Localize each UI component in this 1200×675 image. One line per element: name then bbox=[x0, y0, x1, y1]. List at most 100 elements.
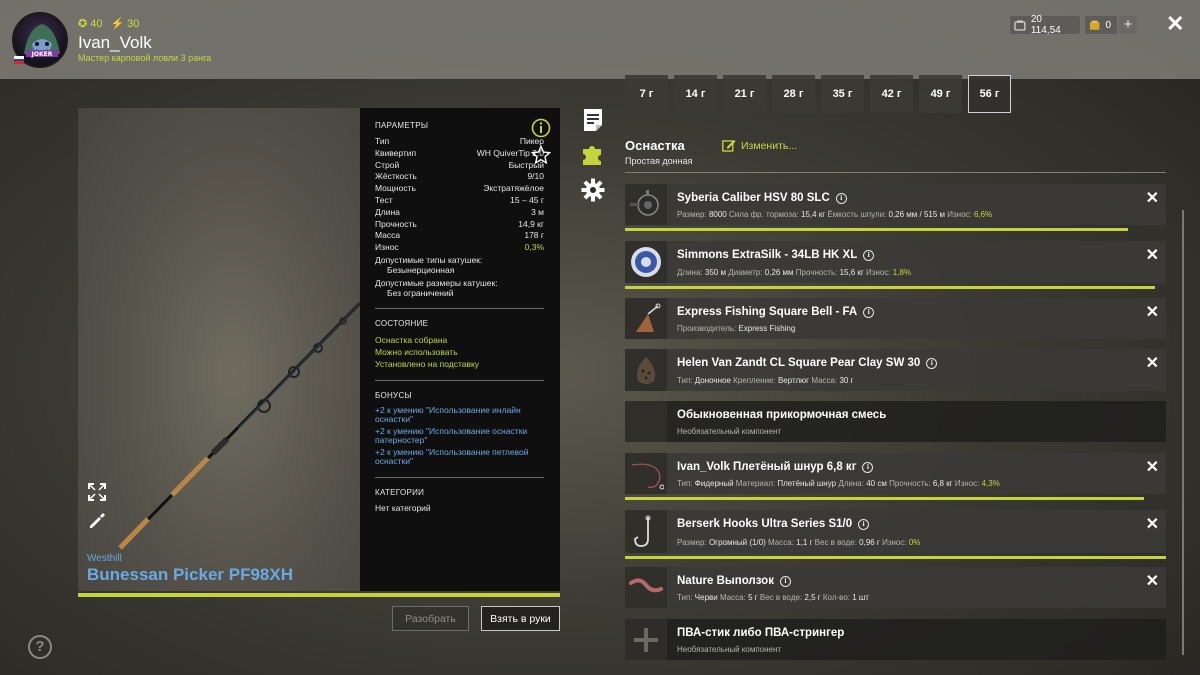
reel-sizes-value: Без ограничений bbox=[387, 287, 454, 298]
state-item: Можно использовать bbox=[375, 346, 458, 357]
rig-item[interactable]: Helen Van Zandt CL Square Pear Clay SW 3… bbox=[625, 349, 1166, 391]
weight-tab[interactable]: 49 г bbox=[919, 75, 962, 113]
remove-item-button[interactable]: ✕ bbox=[1146, 457, 1159, 477]
paint-brush-icon[interactable] bbox=[88, 510, 106, 528]
weight-tabs: 7 г 14 г 21 г 28 г 35 г 42 г 49 г 56 г bbox=[625, 75, 1011, 113]
info-icon[interactable]: i bbox=[863, 306, 875, 318]
detail-label: Размер: bbox=[677, 210, 709, 219]
detail-label: Тип: bbox=[677, 479, 695, 488]
param-key: Масса bbox=[375, 230, 401, 241]
detail-value: 0,26 мм / 515 м bbox=[888, 210, 946, 219]
divider bbox=[375, 476, 544, 478]
info-icon[interactable]: i bbox=[926, 357, 938, 369]
rig-item[interactable]: Nature Выползок i Тип: Черви Масса: 5 г Ве… bbox=[625, 567, 1166, 608]
param-key: Тест bbox=[375, 194, 393, 205]
add-icon bbox=[625, 619, 667, 660]
rod-preview bbox=[78, 108, 360, 591]
detail-value: Фидерный bbox=[694, 479, 734, 488]
remove-item-button[interactable]: ✕ bbox=[1146, 302, 1159, 322]
add-currency-button[interactable]: + bbox=[1119, 16, 1137, 34]
rig-item[interactable]: Berserk Hooks Ultra Series S1/0 i Размер: … bbox=[625, 510, 1166, 553]
detail-label: Прочность: bbox=[795, 268, 840, 277]
weight-tab[interactable]: 42 г bbox=[870, 75, 913, 113]
item-details: Размер: Огромный (1/0) Масса: 1,1 г Вес … bbox=[677, 538, 920, 547]
lightning-icon: ⚡ bbox=[110, 18, 125, 30]
info-icon[interactable]: i bbox=[863, 249, 875, 261]
expand-icon[interactable] bbox=[88, 483, 106, 501]
rig-subtitle: Простая донная bbox=[625, 156, 693, 166]
gear-icon[interactable] bbox=[581, 178, 605, 202]
weight-tab[interactable]: 14 г bbox=[674, 75, 717, 113]
item-name: Express Fishing Square Bell - FA i bbox=[677, 306, 875, 318]
take-in-hands-button[interactable]: Взять в руки bbox=[481, 606, 560, 631]
weight-tab[interactable]: 28 г bbox=[772, 75, 815, 113]
item-name: Nature Выползок i bbox=[677, 575, 791, 587]
state-list: Оснастка собрана Можно использовать Устано… bbox=[375, 334, 544, 370]
category-title: КАТЕГОРИИ bbox=[375, 487, 425, 497]
detail-value: 0,26 мм bbox=[764, 268, 794, 277]
detail-label: Износ: bbox=[882, 538, 909, 547]
weight-tab[interactable]: 56 г bbox=[968, 75, 1011, 113]
bonus-item[interactable]: +2 к умению "Использование петлевой осна… bbox=[375, 447, 544, 467]
param-key: Строй bbox=[375, 159, 400, 170]
rig-item[interactable]: Обыкновенная прикормочная смесь Необязате… bbox=[625, 401, 1166, 442]
edit-rig-label: Изменить... bbox=[741, 139, 798, 152]
param-row: Длина 3 м bbox=[375, 207, 544, 219]
detail-label: Масса: bbox=[811, 376, 840, 385]
item-details: Тип: Доночное Крепление: Вертлюг Масса: … bbox=[677, 376, 853, 385]
detail-value: 1,8% bbox=[892, 268, 912, 277]
info-icon[interactable] bbox=[531, 118, 551, 138]
param-value: 15 – 45 г bbox=[510, 194, 544, 205]
scrollbar[interactable] bbox=[1182, 210, 1184, 655]
favorite-star-icon[interactable] bbox=[531, 145, 551, 165]
edit-rig-link[interactable]: Изменить... bbox=[722, 139, 797, 152]
detail-value: 350 м bbox=[704, 268, 726, 277]
money-value: 20 114,54 bbox=[1030, 14, 1061, 36]
bonus-item[interactable]: +2 к умению "Использование оснастки пате… bbox=[375, 426, 544, 446]
weight-tab[interactable]: 35 г bbox=[821, 75, 864, 113]
remove-item-button[interactable]: ✕ bbox=[1146, 188, 1159, 208]
detail-value: 6,8 кг bbox=[932, 479, 953, 488]
rod-name: Bunessan Picker PF98XH bbox=[87, 565, 293, 584]
rig-item[interactable]: Syberia Caliber HSV 80 SLC i Размер: 8000 … bbox=[625, 184, 1166, 225]
disassemble-button[interactable]: Разобрать bbox=[392, 606, 469, 631]
param-value: Экстратяжёлое bbox=[483, 183, 544, 194]
leader-icon bbox=[625, 453, 667, 494]
rig-item[interactable]: Simmons ExtraSilk - 34LB HK XL i Длина: 35… bbox=[625, 241, 1166, 283]
close-button[interactable]: ✕ bbox=[1166, 13, 1184, 36]
item-name: ПВА-стик либо ПВА-стрингер bbox=[677, 627, 844, 639]
rig-item[interactable]: Ivan_Volk Плетёный шнур 6,8 кг i Тип: Фиде… bbox=[625, 453, 1166, 494]
param-key: Прочность bbox=[375, 218, 417, 229]
info-icon[interactable]: i bbox=[862, 461, 874, 473]
rig-item[interactable]: ПВА-стик либо ПВА-стрингер Необязательный… bbox=[625, 619, 1166, 660]
remove-item-button[interactable]: ✕ bbox=[1146, 571, 1159, 591]
detail-label: Кол-во: bbox=[822, 593, 853, 602]
item-name: Simmons ExtraSilk - 34LB HK XL i bbox=[677, 249, 875, 261]
detail-label: Длина: bbox=[838, 479, 867, 488]
bonus-list: +2 к умению "Использование инлайн оснаст… bbox=[375, 405, 544, 467]
weight-tab[interactable]: 21 г bbox=[723, 75, 766, 113]
document-icon[interactable] bbox=[581, 108, 605, 132]
info-icon[interactable]: i bbox=[858, 518, 870, 530]
username: Ivan_Volk bbox=[78, 33, 152, 52]
remove-item-button[interactable]: ✕ bbox=[1146, 245, 1159, 265]
rig-item[interactable]: Express Fishing Square Bell - FA i Произво… bbox=[625, 298, 1166, 339]
param-row: Масса 178 г bbox=[375, 230, 544, 242]
puzzle-icon[interactable] bbox=[581, 143, 605, 167]
divider bbox=[625, 172, 1166, 173]
weight-tab[interactable]: 7 г bbox=[625, 75, 668, 113]
remove-item-button[interactable]: ✕ bbox=[1146, 353, 1159, 373]
item-name-text: Helen Van Zandt CL Square Pear Clay SW 3… bbox=[677, 357, 921, 369]
remove-item-button[interactable]: ✕ bbox=[1146, 514, 1159, 534]
param-key: Длина bbox=[375, 206, 400, 217]
info-icon[interactable]: i bbox=[779, 575, 791, 587]
detail-value: 8000 bbox=[708, 210, 727, 219]
bonus-item[interactable]: +2 к умению "Использование инлайн оснаст… bbox=[375, 405, 544, 425]
detail-value: 0% bbox=[908, 538, 921, 547]
item-durability-bar bbox=[625, 556, 1166, 559]
money-balance: 20 114,54 bbox=[1010, 14, 1080, 36]
info-icon[interactable]: i bbox=[835, 192, 847, 204]
detail-label: Износ: bbox=[866, 268, 893, 277]
help-button[interactable]: ? bbox=[28, 635, 52, 659]
param-value: 14,9 кг bbox=[518, 218, 544, 229]
